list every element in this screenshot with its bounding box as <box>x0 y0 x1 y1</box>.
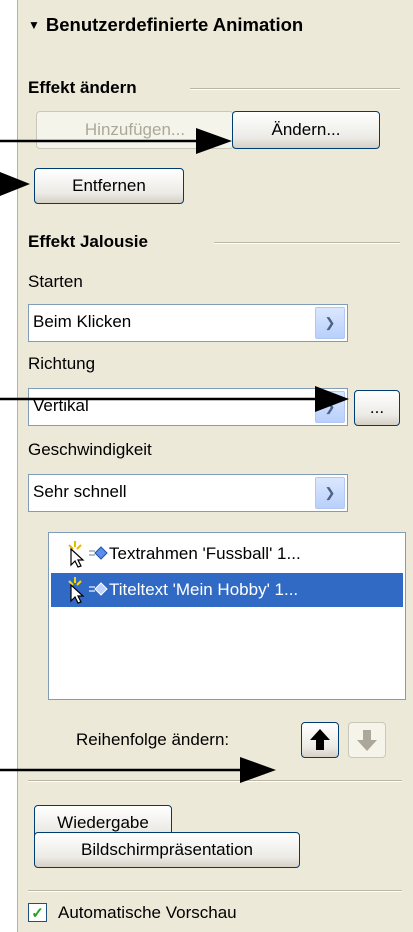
slideshow-button[interactable]: Bildschirmpräsentation <box>34 832 300 868</box>
list-item-selected[interactable]: Titeltext 'Mein Hobby' 1... <box>51 573 403 607</box>
animation-list[interactable]: Textrahmen 'Fussball' 1... Titeltext 'Me… <box>48 532 406 700</box>
start-label: Starten <box>28 272 83 291</box>
section-change-effect: Effekt ändern <box>28 78 137 97</box>
divider <box>28 780 402 782</box>
arrow-up-icon <box>310 729 330 750</box>
collapse-triangle-icon: ▼ <box>28 18 40 32</box>
custom-animation-panel: ▼ Benutzerdefinierte Animation Effekt änd… <box>17 0 413 932</box>
divider <box>28 890 402 892</box>
auto-preview-label: Automatische Vorschau <box>58 903 237 922</box>
chevron-down-icon[interactable]: ❯ <box>315 477 345 509</box>
move-up-button[interactable] <box>301 722 339 758</box>
arrow-down-icon <box>357 730 377 751</box>
speed-label: Geschwindigkeit <box>28 440 152 459</box>
move-down-button[interactable] <box>348 722 386 758</box>
auto-preview-checkbox[interactable]: ✓ <box>28 903 47 922</box>
more-options-button[interactable]: ... <box>354 390 400 426</box>
change-button[interactable]: Ändern... <box>232 111 380 149</box>
click-cursor-icon <box>68 577 108 604</box>
divider <box>190 88 400 90</box>
direction-select[interactable]: Vertikal ❯ <box>28 388 348 426</box>
add-button[interactable]: Hinzufügen... <box>36 111 234 149</box>
chevron-down-icon[interactable]: ❯ <box>315 391 345 423</box>
panel-title[interactable]: ▼ Benutzerdefinierte Animation <box>28 14 303 36</box>
section-effect-name: Effekt Jalousie <box>28 232 148 251</box>
remove-button[interactable]: Entfernen <box>34 168 184 204</box>
speed-select[interactable]: Sehr schnell ❯ <box>28 474 348 512</box>
direction-label: Richtung <box>28 354 96 373</box>
checkmark-icon: ✓ <box>31 904 44 922</box>
divider <box>214 242 400 244</box>
click-cursor-icon <box>68 541 108 568</box>
chevron-down-icon[interactable]: ❯ <box>315 307 345 339</box>
start-select[interactable]: Beim Klicken ❯ <box>28 304 348 342</box>
order-label: Reihenfolge ändern: <box>76 730 230 749</box>
list-item[interactable]: Textrahmen 'Fussball' 1... <box>51 537 403 571</box>
